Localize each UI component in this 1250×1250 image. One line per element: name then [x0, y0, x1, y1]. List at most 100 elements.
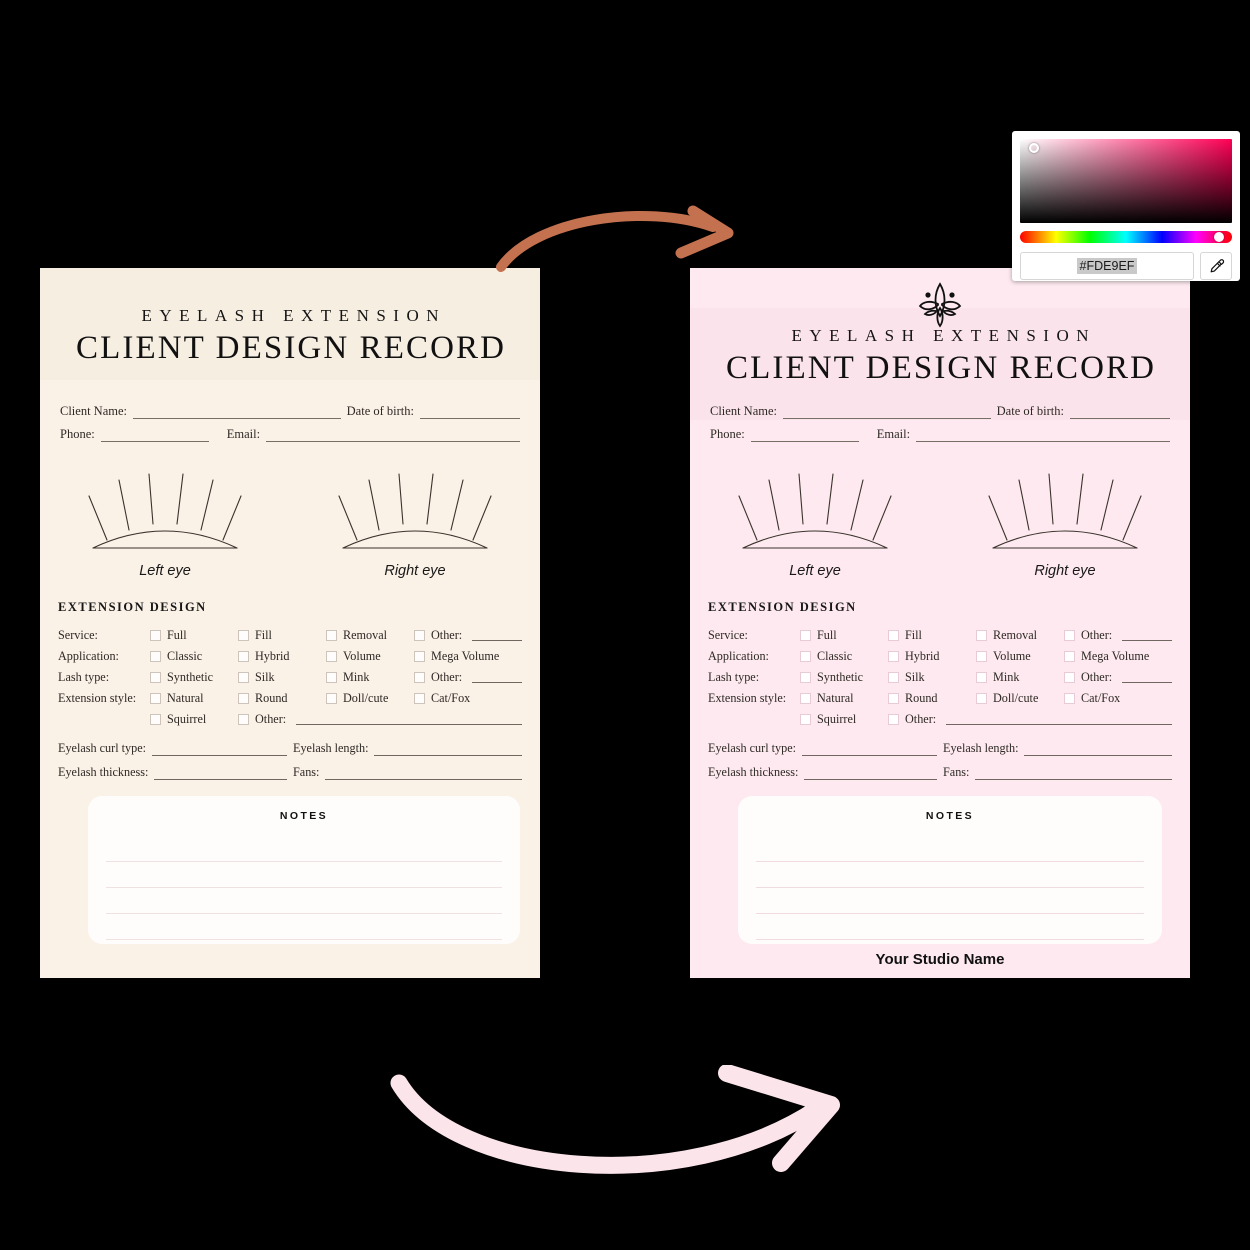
note-line[interactable] — [106, 836, 502, 862]
phone-input[interactable] — [100, 430, 209, 442]
service-other-input[interactable] — [1122, 630, 1172, 641]
checkbox-icon[interactable] — [800, 693, 811, 704]
saturation-cursor[interactable] — [1029, 143, 1039, 153]
checkbox-style-other[interactable]: Other: — [238, 712, 522, 727]
checkbox-icon[interactable] — [238, 672, 249, 683]
notes-box-after[interactable]: NOTES — [738, 796, 1162, 944]
client-name-input[interactable] — [133, 407, 341, 419]
checkbox-style-squirrel[interactable]: Squirrel — [150, 712, 238, 727]
checkbox-icon[interactable] — [326, 630, 337, 641]
checkbox-service-full[interactable]: Full — [800, 628, 888, 643]
date-of-birth-input[interactable] — [1070, 407, 1170, 419]
document-after[interactable]: EYELASH EXTENSION CLIENT DESIGN RECORD C… — [690, 268, 1190, 978]
checkbox-service-other[interactable]: Other: — [1064, 628, 1172, 643]
checkbox-application-mega-volume[interactable]: Mega Volume — [414, 649, 522, 664]
checkbox-lash-other[interactable]: Other: — [414, 670, 522, 685]
checkbox-icon[interactable] — [1064, 651, 1075, 662]
saturation-value-panel[interactable] — [1020, 139, 1232, 223]
checkbox-icon[interactable] — [888, 630, 899, 641]
document-before[interactable]: EYELASH EXTENSION CLIENT DESIGN RECORD C… — [40, 268, 540, 978]
note-line[interactable] — [756, 888, 1144, 914]
checkbox-lash-mink[interactable]: Mink — [976, 670, 1064, 685]
date-of-birth-input[interactable] — [420, 407, 520, 419]
checkbox-lash-synthetic[interactable]: Synthetic — [150, 670, 238, 685]
hex-input[interactable]: #FDE9EF — [1020, 252, 1194, 280]
checkbox-icon[interactable] — [150, 693, 161, 704]
checkbox-lash-silk[interactable]: Silk — [888, 670, 976, 685]
fans-input[interactable] — [975, 768, 1172, 780]
service-other-input[interactable] — [472, 630, 522, 641]
checkbox-style-doll-cute[interactable]: Doll/cute — [976, 691, 1064, 706]
checkbox-icon[interactable] — [150, 714, 161, 725]
checkbox-service-fill[interactable]: Fill — [238, 628, 326, 643]
checkbox-lash-mink[interactable]: Mink — [326, 670, 414, 685]
checkbox-style-cat-fox[interactable]: Cat/Fox — [1064, 691, 1172, 706]
checkbox-service-removal[interactable]: Removal — [976, 628, 1064, 643]
checkbox-icon[interactable] — [976, 693, 987, 704]
client-name-input[interactable] — [783, 407, 991, 419]
checkbox-style-squirrel[interactable]: Squirrel — [800, 712, 888, 727]
email-input[interactable] — [266, 430, 520, 442]
checkbox-icon[interactable] — [888, 672, 899, 683]
lash-other-input[interactable] — [472, 672, 522, 683]
checkbox-icon[interactable] — [800, 672, 811, 683]
checkbox-style-round[interactable]: Round — [238, 691, 326, 706]
style-other-input[interactable] — [296, 714, 522, 725]
checkbox-icon[interactable] — [238, 651, 249, 662]
checkbox-service-removal[interactable]: Removal — [326, 628, 414, 643]
checkbox-style-natural[interactable]: Natural — [800, 691, 888, 706]
checkbox-icon[interactable] — [976, 651, 987, 662]
checkbox-lash-other[interactable]: Other: — [1064, 670, 1172, 685]
checkbox-icon[interactable] — [326, 693, 337, 704]
note-line[interactable] — [106, 914, 502, 940]
checkbox-icon[interactable] — [326, 651, 337, 662]
checkbox-lash-synthetic[interactable]: Synthetic — [800, 670, 888, 685]
checkbox-icon[interactable] — [414, 693, 425, 704]
note-line[interactable] — [106, 888, 502, 914]
checkbox-style-other[interactable]: Other: — [888, 712, 1172, 727]
checkbox-icon[interactable] — [888, 693, 899, 704]
checkbox-icon[interactable] — [238, 630, 249, 641]
fans-input[interactable] — [325, 768, 522, 780]
lash-other-input[interactable] — [1122, 672, 1172, 683]
eyelash-curl-type-input[interactable] — [802, 744, 937, 756]
checkbox-icon[interactable] — [238, 714, 249, 725]
hue-slider[interactable] — [1020, 231, 1232, 243]
eyelash-length-input[interactable] — [374, 744, 522, 756]
checkbox-icon[interactable] — [326, 672, 337, 683]
checkbox-application-classic[interactable]: Classic — [800, 649, 888, 664]
checkbox-style-doll-cute[interactable]: Doll/cute — [326, 691, 414, 706]
eyelash-thickness-input[interactable] — [154, 768, 287, 780]
checkbox-icon[interactable] — [150, 630, 161, 641]
checkbox-application-mega-volume[interactable]: Mega Volume — [1064, 649, 1172, 664]
checkbox-icon[interactable] — [150, 672, 161, 683]
checkbox-icon[interactable] — [800, 651, 811, 662]
notes-box-before[interactable]: NOTES — [88, 796, 520, 944]
eyelash-thickness-input[interactable] — [804, 768, 937, 780]
checkbox-icon[interactable] — [1064, 672, 1075, 683]
checkbox-icon[interactable] — [888, 651, 899, 662]
checkbox-icon[interactable] — [976, 630, 987, 641]
eyedropper-button[interactable] — [1200, 252, 1232, 280]
checkbox-icon[interactable] — [976, 672, 987, 683]
note-line[interactable] — [756, 914, 1144, 940]
checkbox-application-volume[interactable]: Volume — [976, 649, 1064, 664]
checkbox-service-fill[interactable]: Fill — [888, 628, 976, 643]
checkbox-icon[interactable] — [414, 651, 425, 662]
checkbox-application-hybrid[interactable]: Hybrid — [238, 649, 326, 664]
email-input[interactable] — [916, 430, 1170, 442]
color-picker-popup[interactable]: #FDE9EF — [1012, 131, 1240, 281]
checkbox-icon[interactable] — [888, 714, 899, 725]
checkbox-application-volume[interactable]: Volume — [326, 649, 414, 664]
checkbox-application-classic[interactable]: Classic — [150, 649, 238, 664]
checkbox-icon[interactable] — [800, 630, 811, 641]
eyelash-curl-type-input[interactable] — [152, 744, 287, 756]
checkbox-icon[interactable] — [414, 672, 425, 683]
note-line[interactable] — [756, 862, 1144, 888]
phone-input[interactable] — [750, 430, 859, 442]
checkbox-icon[interactable] — [238, 693, 249, 704]
checkbox-icon[interactable] — [150, 651, 161, 662]
checkbox-style-natural[interactable]: Natural — [150, 691, 238, 706]
checkbox-service-full[interactable]: Full — [150, 628, 238, 643]
checkbox-lash-silk[interactable]: Silk — [238, 670, 326, 685]
